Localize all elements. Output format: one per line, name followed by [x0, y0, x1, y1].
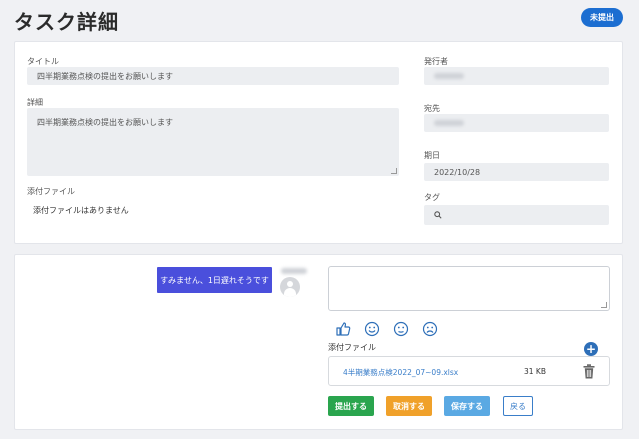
submission-card: すみません、1日遅れそうです 添付ファイル + 4半期業務点検2022_07~0…	[14, 254, 623, 430]
back-button[interactable]: 戻る	[503, 396, 533, 416]
due-label: 期日	[424, 151, 440, 160]
due-field: 2022/10/28	[424, 163, 609, 181]
chat-message: すみません、1日遅れそうです	[157, 267, 272, 293]
title-value: 四半期業務点検の提出をお願いします	[37, 71, 173, 81]
thumbs-up-icon[interactable]	[335, 321, 351, 337]
redacted-recipient	[434, 120, 464, 126]
reaction-bar	[335, 321, 438, 337]
issuer-field	[424, 67, 609, 85]
attachment-file-row: 4半期業務点検2022_07~09.xlsx 31 KB	[328, 356, 610, 386]
neutral-face-icon[interactable]	[393, 321, 409, 337]
comment-textarea[interactable]	[328, 266, 610, 311]
title-label: タイトル	[27, 57, 59, 66]
sender-name-redacted	[281, 268, 307, 274]
withdraw-button[interactable]: 取消する	[386, 396, 432, 416]
recipient-label: 宛先	[424, 104, 440, 113]
redacted-issuer	[434, 73, 464, 79]
title-field: 四半期業務点検の提出をお願いします	[27, 67, 399, 85]
tag-label: タグ	[424, 193, 440, 202]
status-badge: 未提出	[581, 8, 623, 27]
detail-value: 四半期業務点検の提出をお願いします	[37, 118, 173, 127]
recipient-field	[424, 114, 609, 132]
task-details-card: タイトル 四半期業務点検の提出をお願いします 詳細 四半期業務点検の提出をお願い…	[14, 41, 623, 244]
tag-search-field[interactable]	[424, 205, 609, 225]
file-link[interactable]: 4半期業務点検2022_07~09.xlsx	[343, 367, 458, 378]
frown-icon[interactable]	[422, 321, 438, 337]
detail-label: 詳細	[27, 98, 43, 107]
issuer-label: 発行者	[424, 57, 448, 66]
attachment-none-text: 添付ファイルはありません	[33, 206, 129, 215]
add-attachment-icon[interactable]: +	[584, 342, 598, 356]
smile-icon[interactable]	[364, 321, 380, 337]
due-value: 2022/10/28	[434, 167, 481, 177]
page-title: タスク詳細	[14, 10, 119, 34]
save-button[interactable]: 保存する	[444, 396, 490, 416]
file-size: 31 KB	[524, 367, 546, 376]
search-icon	[434, 211, 442, 219]
trash-icon[interactable]	[583, 364, 595, 379]
resize-handle-icon[interactable]	[391, 168, 397, 174]
submission-attachment-label: 添付ファイル	[328, 343, 376, 352]
submit-button[interactable]: 提出する	[328, 396, 374, 416]
detail-field[interactable]: 四半期業務点検の提出をお願いします	[27, 108, 399, 176]
resize-handle-icon[interactable]	[601, 302, 607, 308]
avatar	[280, 277, 300, 297]
attachment-label: 添付ファイル	[27, 187, 75, 196]
